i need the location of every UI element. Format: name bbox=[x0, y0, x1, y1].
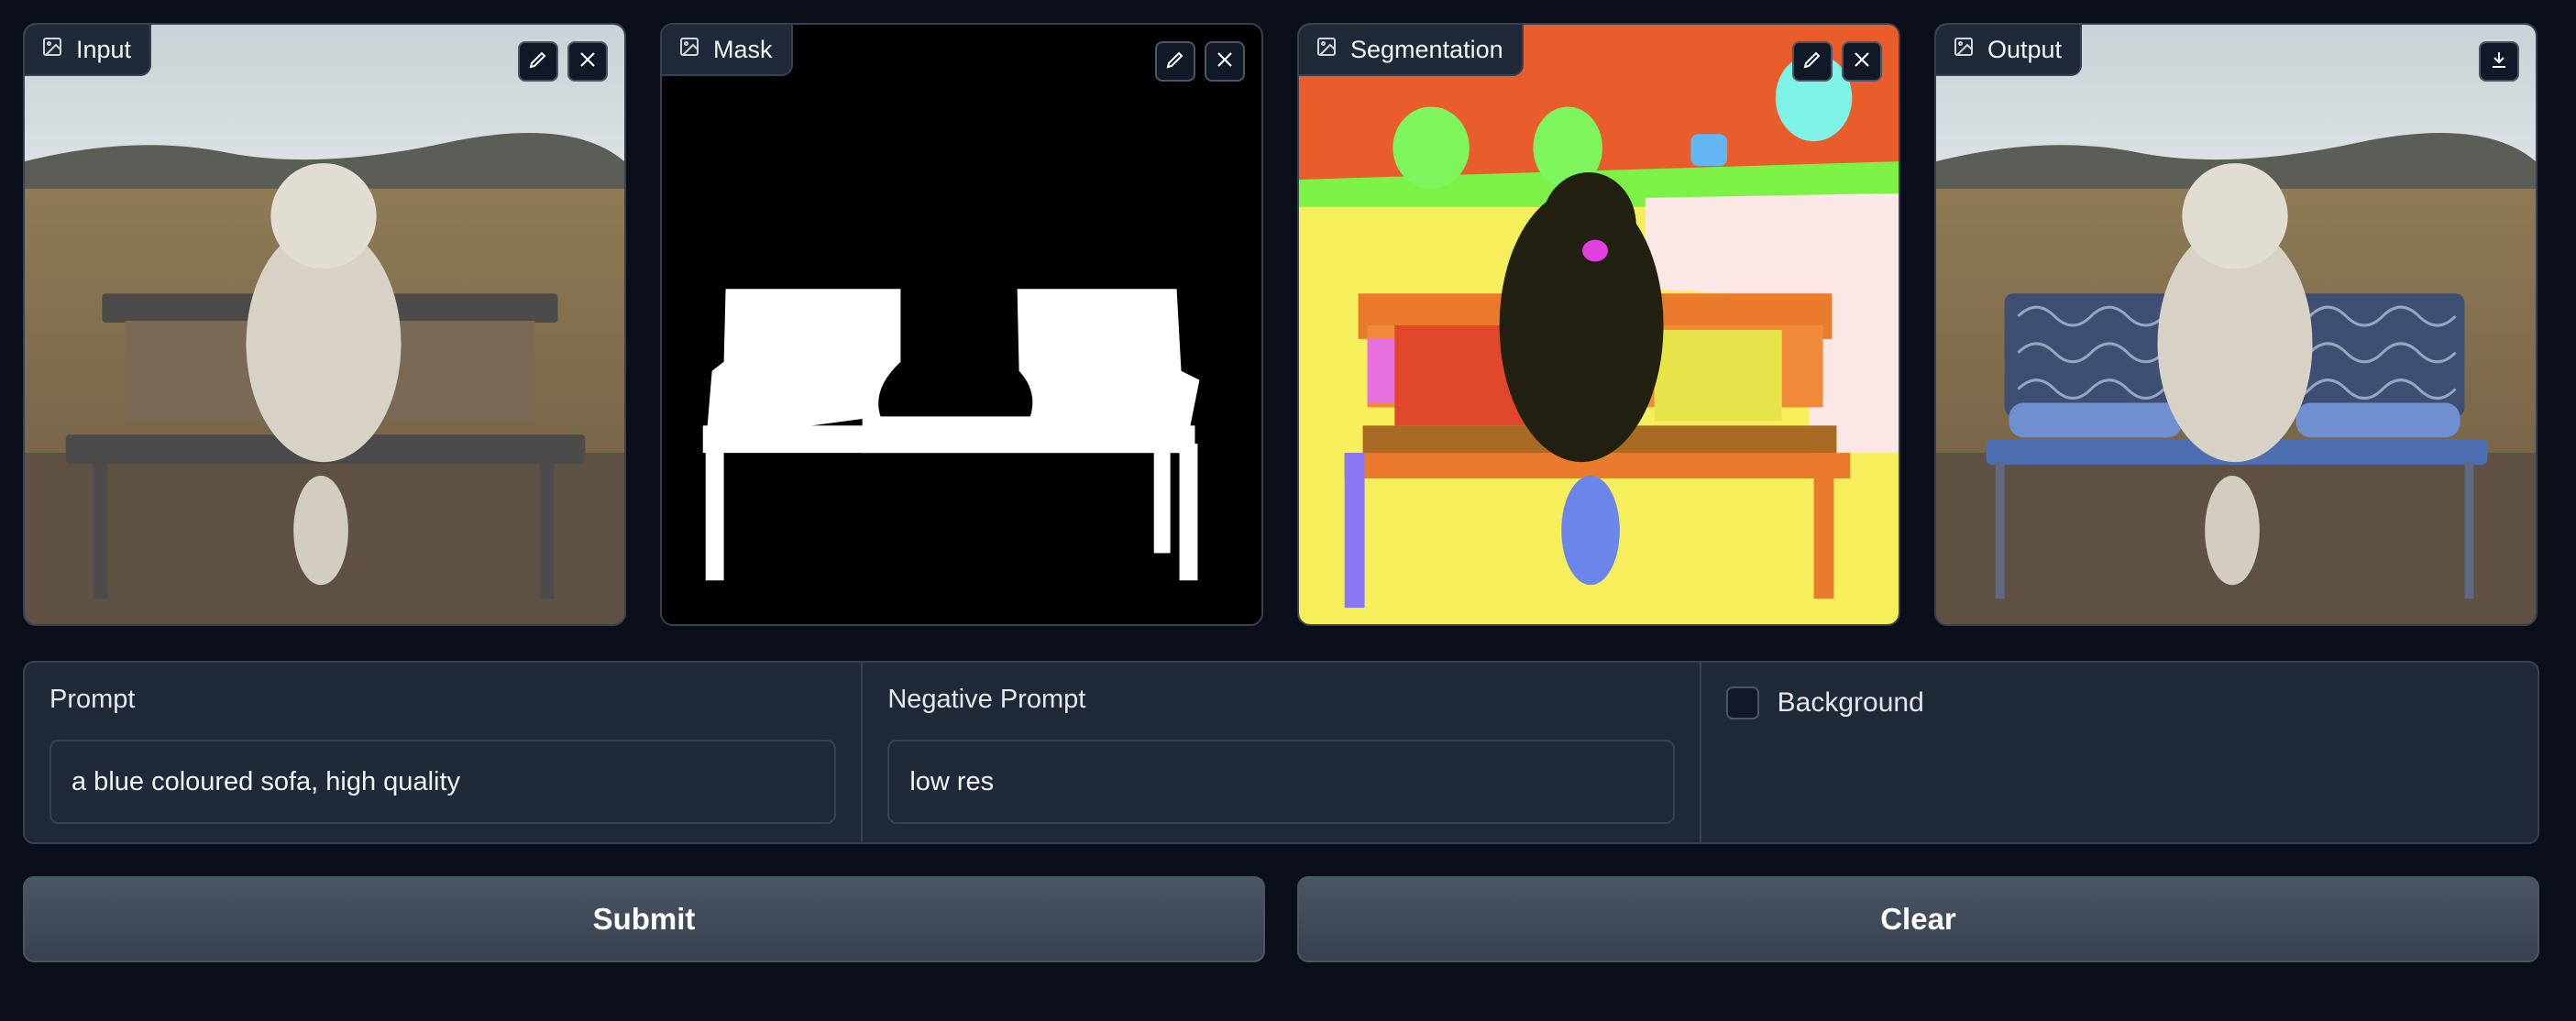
download-icon bbox=[2488, 49, 2510, 75]
segmentation-image bbox=[1299, 25, 1899, 624]
negative-prompt-label: Negative Prompt bbox=[887, 685, 1086, 714]
edit-input-button[interactable] bbox=[518, 41, 558, 82]
pencil-icon bbox=[1801, 49, 1823, 75]
clear-button[interactable]: Clear bbox=[1297, 876, 2539, 962]
image-icon bbox=[1953, 36, 1975, 64]
clear-mask-button[interactable] bbox=[1205, 41, 1245, 82]
image-icon bbox=[1316, 36, 1338, 64]
submit-button[interactable]: Submit bbox=[23, 876, 1265, 962]
mask-label-badge: Mask bbox=[662, 25, 793, 76]
output-label: Output bbox=[1987, 35, 2063, 63]
edit-segmentation-button[interactable] bbox=[1792, 41, 1833, 82]
prompt-input[interactable]: a blue coloured sofa, high quality bbox=[50, 740, 837, 824]
image-icon bbox=[678, 36, 700, 64]
input-photo bbox=[25, 25, 624, 624]
clear-segmentation-button[interactable] bbox=[1842, 41, 1882, 82]
background-option[interactable]: Background bbox=[1725, 686, 1924, 719]
clear-input-button[interactable] bbox=[567, 41, 608, 82]
mask-image bbox=[662, 25, 1261, 624]
segmentation-label-badge: Segmentation bbox=[1299, 25, 1524, 76]
output-label-badge: Output bbox=[1936, 25, 2083, 76]
input-label: Input bbox=[76, 35, 132, 63]
pencil-icon bbox=[1164, 49, 1186, 75]
download-output-button[interactable] bbox=[2479, 41, 2519, 82]
output-image-panel[interactable]: Output bbox=[1934, 23, 2537, 626]
mask-image-panel[interactable]: Mask bbox=[660, 23, 1263, 626]
pencil-icon bbox=[527, 49, 549, 75]
background-checkbox[interactable] bbox=[1725, 686, 1759, 719]
prompt-label: Prompt bbox=[50, 685, 136, 714]
segmentation-image-panel[interactable]: Segmentation bbox=[1297, 23, 1900, 626]
close-icon bbox=[1214, 49, 1236, 75]
input-label-badge: Input bbox=[25, 25, 152, 76]
mask-label: Mask bbox=[713, 35, 773, 63]
close-icon bbox=[1851, 49, 1873, 75]
output-photo bbox=[1936, 25, 2536, 624]
image-icon bbox=[41, 36, 63, 64]
background-label: Background bbox=[1777, 687, 1924, 718]
prompt-cell: Prompt a blue coloured sofa, high qualit… bbox=[25, 663, 861, 842]
input-image-panel[interactable]: Input bbox=[23, 23, 626, 626]
close-icon bbox=[577, 49, 599, 75]
negative-prompt-cell: Negative Prompt low res bbox=[861, 663, 1699, 842]
prompt-form-row: Prompt a blue coloured sofa, high qualit… bbox=[23, 661, 2539, 844]
negative-prompt-input[interactable]: low res bbox=[887, 740, 1675, 824]
segmentation-label: Segmentation bbox=[1350, 35, 1503, 63]
background-cell: Background bbox=[1699, 663, 2537, 842]
edit-mask-button[interactable] bbox=[1155, 41, 1195, 82]
